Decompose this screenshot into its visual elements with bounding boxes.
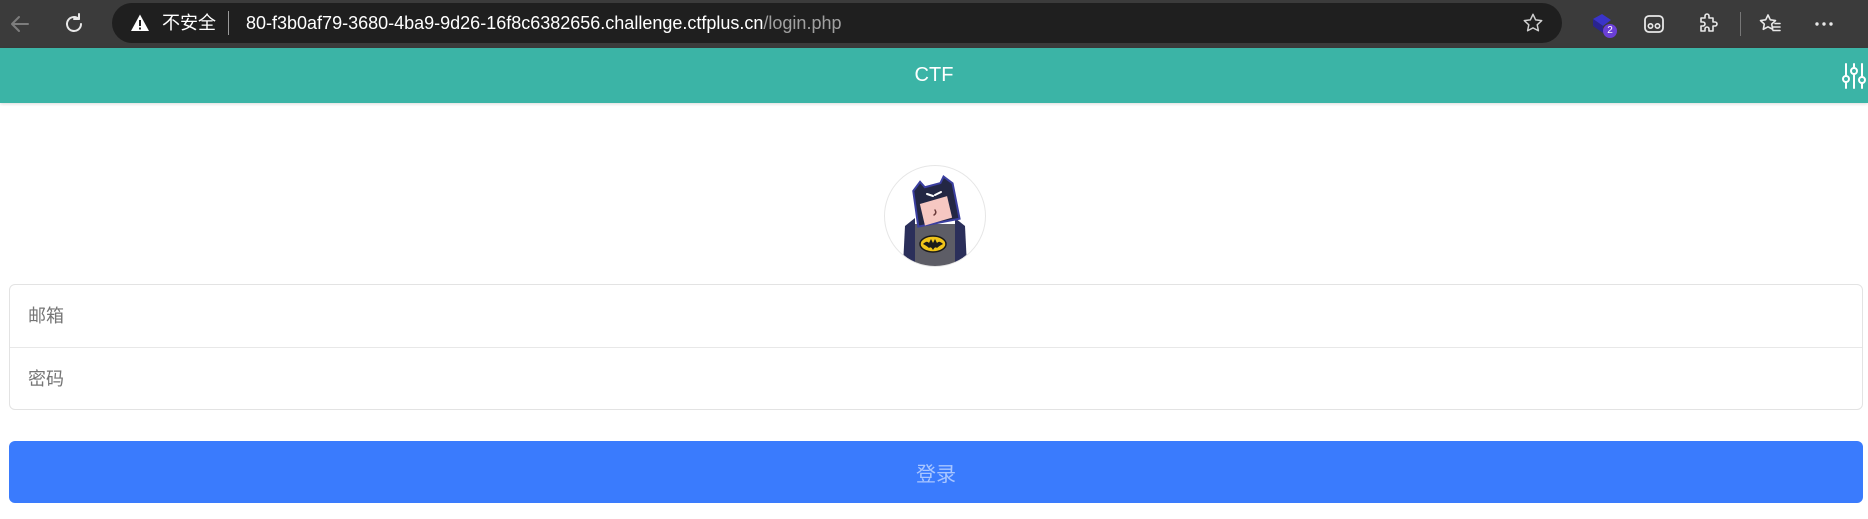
extension-button[interactable]: 2 (1586, 8, 1618, 40)
batman-avatar (903, 175, 967, 266)
browser-toolbar: 不安全 80-f3b0af79-3680-4ba9-9d26-16f8c6382… (0, 0, 1868, 48)
password-field[interactable] (10, 348, 1862, 410)
back-button[interactable] (4, 8, 36, 40)
warning-icon (131, 14, 149, 31)
star-icon[interactable] (1522, 12, 1544, 34)
login-button[interactable]: 登录 (9, 441, 1863, 503)
url-text[interactable]: 80-f3b0af79-3680-4ba9-9d26-16f8c6382656.… (246, 13, 841, 33)
toolbar-divider (1740, 12, 1741, 36)
url-host: 80-f3b0af79-3680-4ba9-9d26-16f8c6382656.… (246, 13, 764, 33)
extensions-menu-button[interactable] (1692, 8, 1724, 40)
extension-badge: 2 (1603, 24, 1617, 38)
more-menu-button[interactable] (1808, 8, 1840, 40)
back-arrow-icon (11, 16, 29, 32)
favorites-button[interactable] (1754, 8, 1786, 40)
refresh-button[interactable] (58, 8, 90, 40)
avatar (884, 165, 986, 267)
sliders-icon[interactable] (1840, 62, 1868, 90)
puzzle-icon (1700, 13, 1718, 32)
url-path: /login.php (763, 13, 842, 33)
address-bar[interactable]: 不安全 80-f3b0af79-3680-4ba9-9d26-16f8c6382… (112, 3, 1562, 43)
profile-mask-icon (1644, 15, 1664, 33)
app-header: CTF (0, 48, 1868, 103)
profile-mask-button[interactable] (1638, 8, 1670, 40)
email-field[interactable] (10, 285, 1862, 347)
security-status-label[interactable]: 不安全 (162, 13, 216, 33)
favorites-icon (1759, 14, 1781, 32)
refresh-icon (66, 13, 82, 32)
login-form-fields (9, 284, 1863, 410)
page-title: CTF (914, 64, 954, 86)
address-divider (228, 11, 229, 35)
more-icon (1815, 22, 1833, 26)
